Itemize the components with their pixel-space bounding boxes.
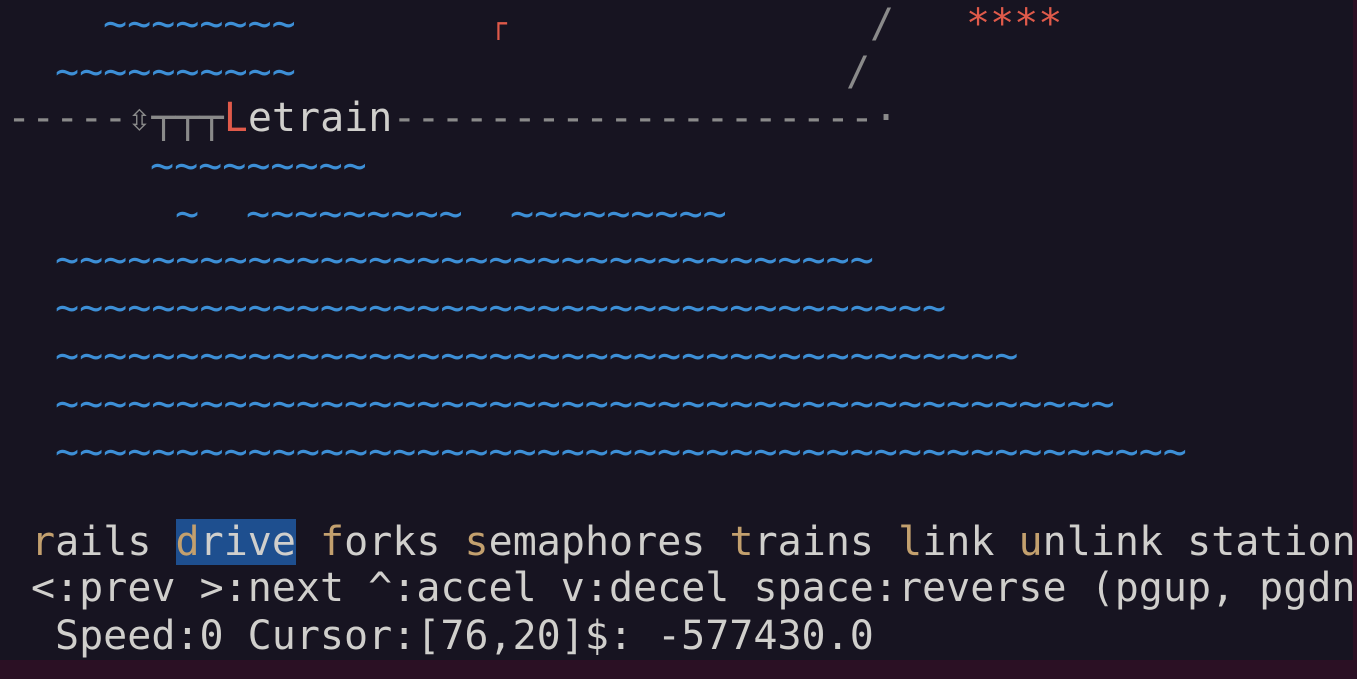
menu-item-trains[interactable]: trains: [729, 519, 874, 565]
rail-slash-2: /: [846, 49, 871, 95]
help-line: <:prev >:next ^:accel v:decel space:reve…: [31, 565, 1353, 611]
menu-label-unlink: nlink: [1042, 519, 1164, 565]
sea-row-2: ~~~~~~~~~~~~~~~~~~~~~~~~~~~~~~~~~~~~~: [55, 285, 947, 331]
sea-row-5: ~~~~~~~~~~~~~~~~~~~~~~~~~~~~~~~~~~~~~~~~…: [55, 429, 1187, 475]
hotkey-r: r: [31, 519, 56, 565]
status-line: Speed:0 Cursor:[76,20]$: -577430.0: [55, 613, 874, 659]
water-row-1: ~~~~~~~~: [103, 1, 296, 47]
menu-item-station[interactable]: station: [1187, 519, 1353, 565]
menu-item-rails[interactable]: rails: [31, 519, 151, 565]
rail-slash-1: /: [870, 1, 895, 47]
menu-label-trains: rains: [753, 519, 874, 565]
menu-item-semaphores[interactable]: semaphores: [465, 519, 706, 565]
train-label-rest: etrain: [247, 95, 393, 141]
menu-item-drive[interactable]: drive: [175, 519, 296, 565]
water-row-5c: ~~~~~~~~~: [510, 191, 727, 237]
hotkey-u: u: [1018, 519, 1043, 565]
menu-label-semaphores: emaphores: [488, 519, 706, 565]
terminal-window: ~~~~~~~~ ┌ / **** ~~~~~~~~~~ / -----⇳┬┬┬…: [0, 0, 1353, 660]
water-row-5b: ~~~~~~~~~: [246, 191, 463, 237]
water-row-5a: ~: [175, 191, 200, 237]
sea-row-3: ~~~~~~~~~~~~~~~~~~~~~~~~~~~~~~~~~~~~~~~~: [55, 333, 1019, 379]
signal-flag: ┌: [490, 7, 507, 40]
train-track: -----⇳┬┬┬Letrain--------------------·: [7, 94, 898, 142]
stars: ****: [966, 1, 1063, 47]
mode-menu: rails drive forks semaphores trains link…: [31, 518, 1353, 566]
hotkey-l: l: [898, 519, 923, 565]
track-left: -----: [7, 95, 128, 141]
menu-item-unlink[interactable]: unlink: [1019, 519, 1164, 565]
hotkey-f: f: [320, 519, 345, 565]
menu-label-forks: orks: [344, 519, 441, 565]
train-label-first: L: [223, 95, 248, 141]
menu-item-forks[interactable]: forks: [320, 519, 440, 565]
hotkey-t: t: [729, 519, 754, 565]
menu-label-rails: ails: [55, 519, 152, 565]
menu-label-station: station: [1187, 519, 1353, 565]
train-engine: ⇳┬┬┬: [127, 95, 224, 141]
sea-row-1: ~~~~~~~~~~~~~~~~~~~~~~~~~~~~~~~~~~: [55, 237, 874, 283]
menu-label-link: ink: [922, 519, 995, 565]
hotkey-s: s: [464, 519, 489, 565]
track-right: --------------------·: [392, 95, 899, 141]
menu-label-drive: rive: [199, 519, 296, 565]
sea-row-4: ~~~~~~~~~~~~~~~~~~~~~~~~~~~~~~~~~~~~~~~~…: [55, 381, 1115, 427]
hotkey-d: d: [175, 519, 200, 565]
water-row-4: ~~~~~~~~~: [150, 143, 367, 189]
menu-item-link[interactable]: link: [898, 519, 994, 565]
water-row-2: ~~~~~~~~~~: [55, 49, 296, 95]
